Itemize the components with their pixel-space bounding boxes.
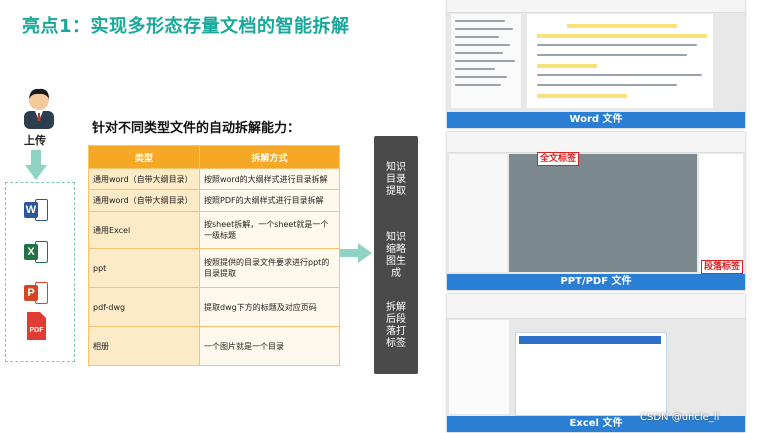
step-thumbnail-generate: 知识缩略图生成 [386, 232, 406, 279]
word-caption: Word 文件 [447, 112, 745, 128]
watermark: CSDN @uncle_ll [640, 412, 720, 423]
table-row: 通用Excel 按sheet拆解，一个sheet就是一个一级标题 [88, 211, 340, 249]
cell-type: 通用Excel [88, 211, 200, 249]
table-row: ppt 按照提供的目录文件要求进行ppt的目录提取 [88, 248, 340, 288]
excel-icon: X [24, 239, 48, 265]
split-ability-table: 类型 拆解方式 通用word（自带大纲目录） 按照word的大纲样式进行目录拆解… [88, 145, 340, 366]
powerpoint-icon: P [24, 280, 48, 306]
table-row: 通用word（自带大纲目录） 按照PDF的大纲样式进行目录拆解 [88, 189, 340, 212]
table-row: 相册 一个图片就是一个目录 [88, 326, 340, 366]
cell-method: 按照PDF的大纲样式进行目录拆解 [199, 189, 340, 212]
pdf-icon: PDF [24, 311, 48, 341]
cell-method: 按照word的大纲样式进行目录拆解 [199, 168, 340, 190]
cell-method: 按sheet拆解，一个sheet就是一个一级标题 [199, 211, 340, 249]
step-paragraph-tagging: 拆解后段落打标签 [386, 302, 406, 349]
word-icon: W [24, 197, 48, 223]
upload-label: 上传 [24, 134, 46, 147]
section-subtitle: 针对不同类型文件的自动拆解能力： [92, 121, 301, 136]
down-arrow-icon [25, 150, 47, 180]
svg-text:PDF: PDF [30, 327, 45, 334]
user-avatar-icon [24, 88, 54, 129]
table-row: pdf-dwg 提取dwg下方的标题及对应页码 [88, 287, 340, 327]
cell-type: ppt [88, 248, 200, 288]
cell-type: 通用word（自带大纲目录） [88, 168, 200, 190]
process-steps-panel: 知识目录提取 知识缩略图生成 拆解后段落打标签 [374, 136, 418, 374]
table-header-type: 类型 [88, 145, 200, 169]
cell-type: 相册 [88, 326, 200, 366]
cell-method: 一个图片就是一个目录 [199, 326, 340, 366]
cell-method: 提取dwg下方的标题及对应页码 [199, 287, 340, 327]
table-row: 通用word（自带大纲目录） 按照word的大纲样式进行目录拆解 [88, 168, 340, 190]
cell-method: 按照提供的目录文件要求进行ppt的目录提取 [199, 248, 340, 288]
ppt-pdf-caption: PPT/PDF 文件 [447, 274, 745, 290]
ppt-pdf-screenshot: 全文标签 段落标签 PPT/PDF 文件 [447, 132, 745, 290]
table-header-method: 拆解方式 [199, 145, 340, 169]
file-types-box: W X P PDF [5, 182, 75, 362]
word-screenshot: Word 文件 [447, 0, 745, 128]
page-title: 亮点1：实现多形态存量文档的智能拆解 [22, 16, 350, 37]
cell-type: 通用word（自带大纲目录） [88, 189, 200, 212]
paragraph-tag: 段落标签 [701, 260, 744, 274]
step-catalog-extract: 知识目录提取 [386, 162, 406, 197]
flow-arrow-icon [340, 243, 372, 263]
cell-type: pdf-dwg [88, 287, 200, 327]
full-text-tag: 全文标签 [537, 152, 580, 166]
